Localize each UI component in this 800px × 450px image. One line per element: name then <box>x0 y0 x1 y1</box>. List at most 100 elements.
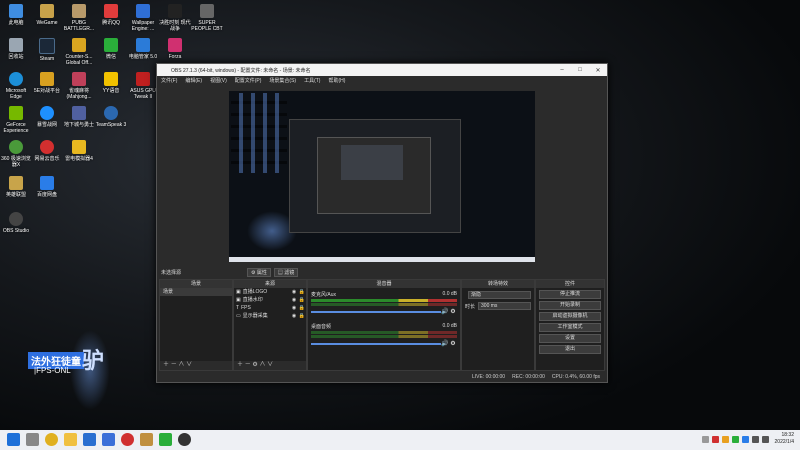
add-icon[interactable]: ＋ <box>163 362 169 368</box>
duration-input[interactable]: 300 ms <box>478 302 531 310</box>
start-recording-button[interactable]: 开始录制 <box>539 301 601 310</box>
up-icon[interactable]: ∧ <box>259 362 265 368</box>
gear-icon[interactable]: ⚙ <box>252 362 257 368</box>
maximize-icon[interactable]: □ <box>571 67 589 73</box>
lock-icon[interactable]: 🔒 <box>298 288 306 296</box>
eye-icon[interactable]: ◉ <box>290 312 298 320</box>
minimize-icon[interactable]: – <box>553 67 571 73</box>
properties-button[interactable]: ⚙ 属性 <box>247 268 271 277</box>
exit-button[interactable]: 退出 <box>539 345 601 354</box>
menu-help[interactable]: 帮助(H) <box>328 77 345 84</box>
filters-label: 滤镜 <box>284 270 295 276</box>
desktop-icon-battlenet[interactable]: 暴雪战网 <box>31 106 63 128</box>
desktop-icon-teamspeak[interactable]: TeamSpeak 3 <box>95 106 127 128</box>
gear-icon[interactable]: ⚙ <box>449 308 457 315</box>
desktop-icon-edge[interactable]: Microsoft Edge <box>0 72 32 100</box>
desktop-icon-super-people[interactable]: SUPER PEOPLE CBT <box>191 4 223 32</box>
obs-preview[interactable] <box>229 91 535 262</box>
transition-select[interactable]: 渐隐 <box>468 291 531 299</box>
scene-item[interactable]: 场景 <box>160 288 232 296</box>
eye-icon[interactable]: ◉ <box>290 288 298 296</box>
source-item[interactable]: ▣ 直播LOGO ◉ 🔒 <box>234 288 306 296</box>
remove-icon[interactable]: － <box>245 362 251 368</box>
source-item[interactable]: T FPS ◉ 🔒 <box>234 304 306 312</box>
stop-streaming-button[interactable]: 停止推流 <box>539 290 601 299</box>
network-icon[interactable] <box>751 435 759 443</box>
desktop-icon-wallpaper-engine[interactable]: Wallpaper Engine: ... <box>127 4 159 32</box>
lock-icon[interactable]: 🔒 <box>298 304 306 312</box>
tray-app-icon[interactable] <box>721 435 729 443</box>
tray-app-icon[interactable] <box>731 435 739 443</box>
eye-icon[interactable]: ◉ <box>290 304 298 312</box>
menu-profile[interactable]: 配置文件(P) <box>235 77 262 84</box>
desktop-icon-yy[interactable]: YY语音 <box>95 72 127 94</box>
virtual-camera-button[interactable]: 启动虚拟摄像机 <box>539 312 601 321</box>
desktop-icon-lol[interactable]: 英雄联盟 <box>0 176 32 198</box>
mail-icon[interactable] <box>83 433 96 446</box>
netease-icon[interactable] <box>121 433 134 446</box>
desktop-icon-ldplayer[interactable]: 雷电模拟器4 <box>63 140 95 162</box>
up-icon[interactable]: ∧ <box>178 362 184 368</box>
gear-icon[interactable]: ⚙ <box>449 340 457 347</box>
desktop-icon-steam[interactable]: Steam <box>31 38 63 62</box>
studio-mode-button[interactable]: 工作室模式 <box>539 323 601 332</box>
desktop-icon-asus-gpu[interactable]: ASUS GPU Tweak II <box>127 72 159 100</box>
wechat-icon[interactable] <box>159 433 172 446</box>
speaker-icon[interactable]: 🔊 <box>441 340 449 347</box>
explorer-icon[interactable] <box>64 433 77 446</box>
desktop-icon-dnf[interactable]: 地下城与勇士 <box>63 106 95 128</box>
source-item[interactable]: ▣ 直播水印 ◉ 🔒 <box>234 296 306 304</box>
wegame-icon[interactable] <box>140 433 153 446</box>
volume-slider[interactable] <box>311 342 441 345</box>
desktop-icon-360-browser[interactable]: 360 极速浏览器X <box>0 140 32 168</box>
down-icon[interactable]: ∨ <box>186 362 192 368</box>
eye-icon[interactable]: ◉ <box>290 296 298 304</box>
desktop-icon-pc-manager[interactable]: 电脑管家 5.0 <box>127 38 159 60</box>
csgo-icon <box>72 38 86 52</box>
store-icon[interactable] <box>102 433 115 446</box>
tray-app-icon[interactable] <box>711 435 719 443</box>
remove-icon[interactable]: － <box>171 362 177 368</box>
lock-icon[interactable]: 🔒 <box>298 312 306 320</box>
volume-slider[interactable] <box>311 310 441 313</box>
stream-overlay-subtitle: |FPS-ONL <box>34 366 71 375</box>
desktop-icon-baidu-pan[interactable]: 百度网盘 <box>31 176 63 198</box>
tray-app-icon[interactable] <box>741 435 749 443</box>
clock[interactable]: 18:32 2022/1/4 <box>775 432 794 446</box>
menu-tools[interactable]: 工具(T) <box>304 77 320 84</box>
close-icon[interactable]: ✕ <box>589 67 607 74</box>
windows-start-icon[interactable] <box>7 433 20 446</box>
desktop-icon-obs[interactable]: OBS Studio <box>0 212 32 234</box>
filters-button[interactable]: ▤ 滤镜 <box>273 268 299 277</box>
lock-icon[interactable]: 🔒 <box>298 296 306 304</box>
desktop-icon-geforce[interactable]: GeForce Experience <box>0 106 32 134</box>
chevron-up-icon[interactable] <box>701 435 709 443</box>
desktop-icon-recycle-bin[interactable]: 回收站 <box>0 38 32 60</box>
menu-file[interactable]: 文件(F) <box>161 77 177 84</box>
volume-icon[interactable] <box>761 435 769 443</box>
desktop-icon-wechat[interactable]: 微信 <box>95 38 127 60</box>
desktop-icon-mahjong[interactable]: 雀魂麻将 (Mahjong... <box>63 72 95 100</box>
menu-scene-collection[interactable]: 场景集合(S) <box>269 77 296 84</box>
source-item[interactable]: ▭ 显示器采集 ◉ 🔒 <box>234 312 306 320</box>
settings-button[interactable]: 设置 <box>539 334 601 343</box>
speaker-icon[interactable]: 🔊 <box>441 308 449 315</box>
desktop-icon-netease-music[interactable]: 网易云音乐 <box>31 140 63 162</box>
menu-edit[interactable]: 编辑(E) <box>185 77 202 84</box>
down-icon[interactable]: ∨ <box>267 362 273 368</box>
menu-view[interactable]: 视图(V) <box>210 77 227 84</box>
chrome-icon[interactable] <box>45 433 58 446</box>
desktop-icon-qq[interactable]: 腾讯QQ <box>95 4 127 26</box>
search-icon[interactable] <box>26 433 39 446</box>
desktop-icon-forza[interactable]: Forza <box>159 38 191 60</box>
obs-icon[interactable] <box>178 433 191 446</box>
desktop-icon-csgo[interactable]: Counter-S... Global Off... <box>63 38 95 66</box>
desktop-icon-5e[interactable]: 5E对战平台 <box>31 72 63 94</box>
obs-docks: 场景 场景 ＋ － ∧ ∨ 来源 ▣ 直播LOGO ◉ 🔒 ▣ 直播水印 ◉ 🔒 T FPS ◉… <box>157 279 607 371</box>
desktop-icon-pubg[interactable]: PUBG BATTLEGR... <box>63 4 95 32</box>
taskbar-pinned <box>7 433 197 446</box>
add-icon[interactable]: ＋ <box>237 362 243 368</box>
desktop-icon-wegame[interactable]: WeGame <box>31 4 63 26</box>
desktop-icon-this-pc[interactable]: 此电脑 <box>0 4 32 26</box>
desktop-icon-cod[interactable]: 决胜时刻 现代战争 <box>159 4 191 32</box>
